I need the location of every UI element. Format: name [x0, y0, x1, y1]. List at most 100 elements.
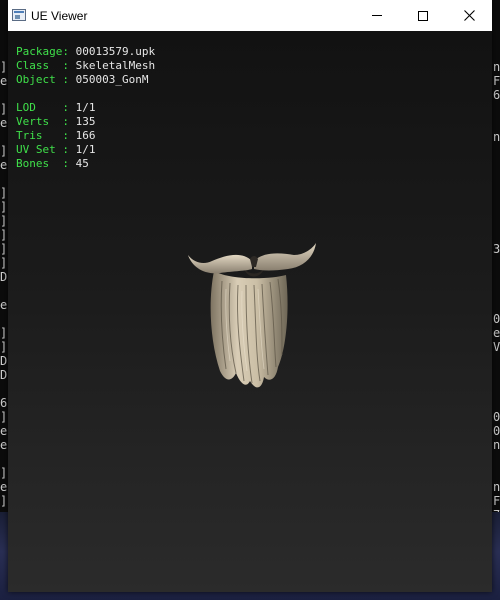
console-glyph: ] — [0, 340, 8, 354]
console-glyph — [492, 172, 500, 186]
info-label: Object : — [16, 73, 76, 86]
console-glyph — [492, 200, 500, 214]
console-glyph — [492, 116, 500, 130]
console-glyph: ] — [0, 494, 8, 508]
console-glyph: 3 — [493, 242, 500, 256]
console-glyph: n — [493, 60, 500, 74]
info-value: 166 — [75, 129, 96, 142]
info-verts: Verts : 135 — [16, 115, 155, 129]
info-value: 45 — [75, 157, 89, 170]
console-glyph: D — [0, 270, 8, 284]
console-glyph — [0, 172, 8, 186]
maximize-icon — [418, 10, 428, 21]
console-glyph: ] — [0, 186, 8, 200]
console-glyph — [492, 396, 500, 410]
console-glyph: F — [493, 74, 500, 88]
console-glyph — [492, 368, 500, 382]
maximize-button[interactable] — [400, 0, 446, 31]
console-glyph — [492, 256, 500, 270]
console-glyph — [0, 312, 8, 326]
console-glyph: 0 — [493, 424, 500, 438]
info-value: 1/1 — [75, 143, 96, 156]
console-glyph — [492, 158, 500, 172]
console-glyph: ] — [0, 410, 8, 424]
info-value: 1/1 — [75, 101, 96, 114]
info-lod: LOD : 1/1 — [16, 101, 155, 115]
info-label: LOD : — [16, 101, 76, 114]
window-title: UE Viewer — [31, 9, 88, 23]
console-glyph: F — [493, 494, 500, 508]
console-glyph: ] — [0, 144, 8, 158]
3d-viewport[interactable]: Package: 00013579.upk Class : SkeletalMe… — [8, 31, 492, 592]
close-icon — [463, 10, 475, 21]
console-glyph: n — [493, 438, 500, 452]
console-glyph: ] — [0, 60, 8, 74]
console-glyph: e — [0, 74, 8, 88]
console-glyph — [492, 466, 500, 480]
info-bones: Bones : 45 — [16, 157, 155, 171]
console-glyph: e — [0, 480, 8, 494]
console-glyph: D — [0, 368, 8, 382]
console-glyph: 0 — [493, 312, 500, 326]
minimize-button[interactable] — [354, 0, 400, 31]
close-button[interactable] — [446, 0, 492, 31]
info-label: Class : — [16, 59, 76, 72]
console-glyph: e — [0, 116, 8, 130]
info-label: Tris : — [16, 129, 76, 142]
console-glyph: ] — [0, 326, 8, 340]
beard-mesh-model — [188, 243, 316, 388]
info-class: Class : SkeletalMesh — [16, 59, 155, 73]
console-glyph — [492, 144, 500, 158]
console-glyph: n — [493, 130, 500, 144]
title-bar[interactable]: UE Viewer — [8, 0, 492, 31]
console-glyph: e — [0, 424, 8, 438]
console-glyph — [492, 382, 500, 396]
info-value: SkeletalMesh — [75, 59, 156, 72]
console-glyph: e — [0, 158, 8, 172]
console-glyph: ] — [0, 228, 8, 242]
console-glyph: ] — [0, 200, 8, 214]
console-glyph: 6 — [493, 88, 500, 102]
console-glyph — [0, 88, 8, 102]
console-glyph: 6 — [0, 396, 8, 410]
info-package: Package: 00013579.upk — [16, 45, 155, 59]
console-glyph: e — [493, 326, 500, 340]
info-label: Package: — [16, 45, 76, 58]
console-glyph: V — [493, 340, 500, 354]
info-uv-set: UV Set : 1/1 — [16, 143, 155, 157]
info-object: Object : 050003_GonM — [16, 73, 155, 87]
console-glyph — [492, 186, 500, 200]
console-glyph — [492, 452, 500, 466]
console-glyph — [492, 298, 500, 312]
console-glyph: 0 — [493, 410, 500, 424]
console-glyph: ] — [0, 214, 8, 228]
info-value: 00013579.upk — [75, 45, 156, 58]
console-glyph — [0, 382, 8, 396]
console-glyph: ] — [0, 466, 8, 480]
console-glyph: e — [0, 298, 8, 312]
console-glyph: ] — [0, 242, 8, 256]
console-glyph — [0, 452, 8, 466]
console-glyph — [492, 102, 500, 116]
console-glyph: ] — [0, 256, 8, 270]
console-glyph: n — [493, 480, 500, 494]
mesh-info-overlay: Package: 00013579.upk Class : SkeletalMe… — [16, 45, 155, 171]
info-label: UV Set : — [16, 143, 76, 156]
info-value: 135 — [75, 115, 96, 128]
console-glyph — [492, 270, 500, 284]
app-window-icon — [12, 9, 26, 21]
console-glyph — [0, 284, 8, 298]
console-glyph — [492, 354, 500, 368]
console-glyph — [492, 214, 500, 228]
console-glyph — [492, 284, 500, 298]
console-glyph: ] — [0, 102, 8, 116]
console-glyph — [492, 228, 500, 242]
console-glyph: D — [0, 354, 8, 368]
info-value: 050003_GonM — [75, 73, 149, 86]
minimize-icon — [372, 15, 382, 16]
info-label: Bones : — [16, 157, 76, 170]
info-label: Verts : — [16, 115, 76, 128]
background-console-left: ] e] e] e]]]]]] De]] D D 6] e e] e] — [0, 0, 8, 600]
console-glyph — [0, 130, 8, 144]
ue-viewer-window: UE Viewer Package: 00013579.upk Class : … — [8, 0, 492, 592]
